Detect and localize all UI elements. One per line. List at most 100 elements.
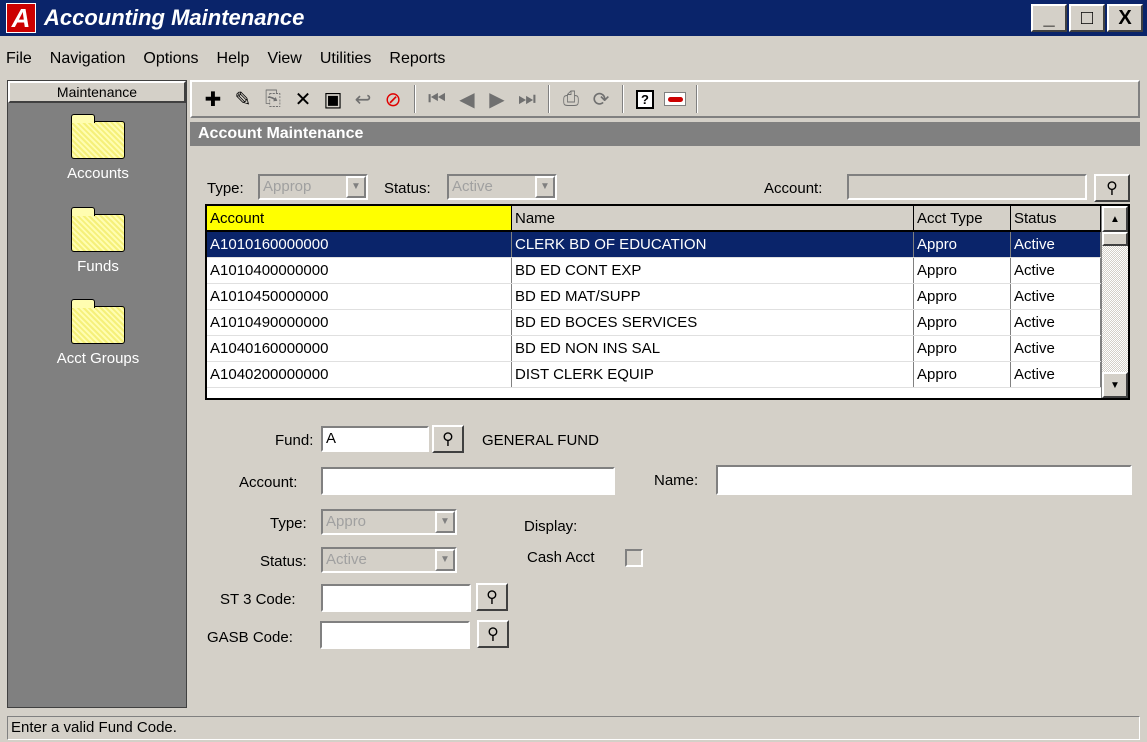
minimize-button[interactable]: _ [1031,4,1067,32]
menu-view[interactable]: View [261,50,313,68]
fund-input[interactable]: A [321,426,429,452]
previous-record-icon[interactable]: ◀ [452,84,482,114]
account-input[interactable] [321,467,615,495]
cell-account: A1010160000000 [207,232,512,257]
cell-status: Active [1011,232,1101,257]
column-header-account[interactable]: Account [207,206,512,230]
display-label: Display: [524,518,578,535]
cell-account: A1010490000000 [207,310,512,335]
table-row[interactable]: A1040160000000 BD ED NON INS SAL Appro A… [207,336,1128,362]
status-select[interactable]: Active ▼ [321,547,457,573]
cash-acct-checkbox[interactable] [625,549,643,567]
fund-label: Fund: [275,432,314,449]
logo-icon[interactable] [660,84,690,114]
fund-name-text: GENERAL FUND [482,432,599,449]
filter-type-label: Type: [207,180,244,197]
cell-name: DIST CLERK EQUIP [512,362,914,387]
chevron-down-icon[interactable]: ▼ [435,549,455,571]
sidebar-item-funds[interactable]: Funds [8,207,188,275]
scroll-thumb[interactable] [1102,232,1128,246]
delete-icon[interactable]: ✕ [288,84,318,114]
save-icon[interactable]: ▣ [318,84,348,114]
menu-navigation[interactable]: Navigation [44,50,138,68]
table-row[interactable]: A1010400000000 BD ED CONT EXP Appro Acti… [207,258,1128,284]
toolbar-separator [414,85,416,113]
binoculars-search-icon[interactable]: ⚲ [1094,174,1130,202]
cell-name: BD ED MAT/SUPP [512,284,914,309]
edit-icon[interactable]: ✎ [228,84,258,114]
sidebar-item-accounts[interactable]: Accounts [8,114,188,182]
scroll-up-icon[interactable]: ▲ [1102,206,1128,232]
folder-icon [71,114,125,159]
cash-acct-label: Cash Acct [527,549,595,566]
close-button[interactable]: X [1107,4,1143,32]
column-header-acct-type[interactable]: Acct Type [914,206,1011,230]
cell-acct-type: Appro [914,258,1011,283]
menu-utilities[interactable]: Utilities [314,50,384,68]
st3-lookup-search-icon[interactable]: ⚲ [476,583,508,611]
title-bar: A Accounting Maintenance _ □ X [0,0,1147,36]
undo-icon[interactable]: ↩ [348,84,378,114]
chevron-down-icon[interactable]: ▼ [435,511,455,533]
cell-account: A1010400000000 [207,258,512,283]
menu-options[interactable]: Options [137,50,210,68]
window-title: Accounting Maintenance [44,5,305,30]
cell-status: Active [1011,336,1101,361]
table-row[interactable]: A1010450000000 BD ED MAT/SUPP Appro Acti… [207,284,1128,310]
sidebar-header[interactable]: Maintenance [8,81,186,103]
section-title: Account Maintenance [190,122,1140,146]
st3-code-input[interactable] [321,584,471,612]
filter-status-select[interactable]: Active ▼ [447,174,557,200]
menu-help[interactable]: Help [211,50,262,68]
status-bar: Enter a valid Fund Code. [7,716,1140,740]
gasb-code-input[interactable] [320,621,470,649]
table-row[interactable]: A1010160000000 CLERK BD OF EDUCATION App… [207,232,1128,258]
gasb-lookup-search-icon[interactable]: ⚲ [477,620,509,648]
grid-header: Account Name Acct Type Status [207,206,1128,232]
window-controls: _ □ X [1031,4,1143,32]
name-input[interactable] [716,465,1132,495]
menu-file[interactable]: File [0,50,44,68]
table-row[interactable]: A1010490000000 BD ED BOCES SERVICES Appr… [207,310,1128,336]
scroll-down-icon[interactable]: ▼ [1102,372,1128,398]
cell-name: BD ED CONT EXP [512,258,914,283]
filter-status-value: Active [452,178,493,195]
cancel-icon[interactable]: ⊘ [378,84,408,114]
cell-acct-type: Appro [914,284,1011,309]
type-label: Type: [270,515,307,532]
menu-bar: File Navigation Options Help View Utilit… [0,46,1147,72]
add-icon[interactable]: ✚ [198,84,228,114]
accounts-grid[interactable]: Account Name Acct Type Status A101016000… [205,204,1130,400]
toolbar: ✚ ✎ ⎘ ✕ ▣ ↩ ⊘ ⏮ ◀ ▶ ⏭ ⎙ ⟳ ? [190,80,1140,118]
menu-reports[interactable]: Reports [383,50,457,68]
next-record-icon[interactable]: ▶ [482,84,512,114]
print-icon[interactable]: ⎙ [556,84,586,114]
column-header-name[interactable]: Name [512,206,914,230]
chevron-down-icon[interactable]: ▼ [346,176,366,198]
cell-status: Active [1011,284,1101,309]
help-icon[interactable]: ? [630,84,660,114]
grid-scrollbar[interactable]: ▲ ▼ [1101,206,1128,398]
fund-lookup-search-icon[interactable]: ⚲ [432,425,464,453]
table-row[interactable]: A1040200000000 DIST CLERK EQUIP Appro Ac… [207,362,1128,388]
refresh-icon[interactable]: ⟳ [586,84,616,114]
cell-acct-type: Appro [914,232,1011,257]
first-record-icon[interactable]: ⏮ [422,84,452,114]
app-logo-icon: A [6,3,36,33]
sidebar-item-acct-groups[interactable]: Acct Groups [8,299,188,367]
column-header-status[interactable]: Status [1011,206,1101,230]
filter-type-select[interactable]: Approp ▼ [258,174,368,200]
cell-name: BD ED BOCES SERVICES [512,310,914,335]
last-record-icon[interactable]: ⏭ [512,84,542,114]
cell-status: Active [1011,362,1101,387]
st3-code-label: ST 3 Code: [220,591,296,608]
filter-account-input[interactable] [847,174,1087,200]
maximize-button[interactable]: □ [1069,4,1105,32]
type-select[interactable]: Appro ▼ [321,509,457,535]
sidebar-item-label: Funds [77,258,119,275]
cell-account: A1040200000000 [207,362,512,387]
chevron-down-icon[interactable]: ▼ [535,176,555,198]
copy-icon[interactable]: ⎘ [258,84,288,114]
type-value: Appro [326,513,367,530]
toolbar-separator [622,85,624,113]
